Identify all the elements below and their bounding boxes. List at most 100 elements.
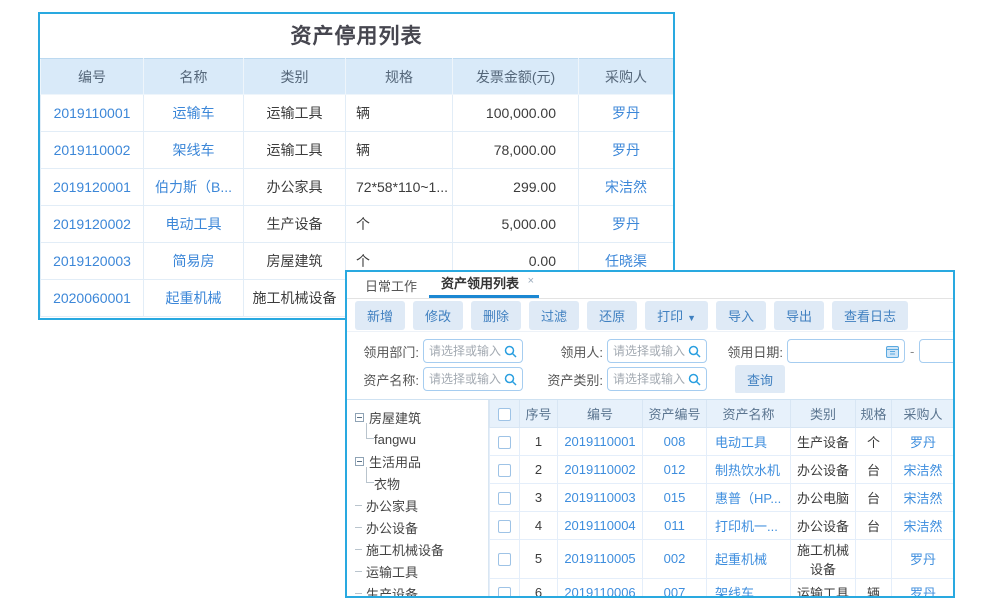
collapse-icon[interactable] (355, 457, 364, 466)
row-checkbox[interactable] (498, 587, 511, 596)
tree-node[interactable]: fangwu (355, 428, 486, 450)
tree-node[interactable]: 运输工具 (355, 560, 486, 582)
cell-number-link[interactable]: 2019110004 (558, 511, 643, 539)
cell-name-link[interactable]: 架线车 (144, 132, 244, 169)
cell-buyer-link[interactable]: 罗丹 (892, 578, 954, 596)
asset-name-input[interactable] (429, 372, 504, 386)
cell-number-link[interactable]: 2019120002 (41, 206, 144, 243)
cell-name-link[interactable]: 运输车 (144, 95, 244, 132)
col-header-category: 类别 (244, 59, 346, 95)
cell-buyer-link[interactable]: 宋洁然 (892, 483, 954, 511)
cell-name-link[interactable]: 起重机械 (144, 280, 244, 317)
add-button[interactable]: 新增 (355, 301, 405, 330)
print-dropdown-button[interactable]: 打印▼ (645, 301, 708, 330)
cell-asset-name-link[interactable]: 惠普（HP... (707, 483, 791, 511)
cell-asset-name-link[interactable]: 打印机一... (707, 511, 791, 539)
tab-asset-requisition-list[interactable]: 资产领用列表 × (429, 272, 539, 298)
select-all-cell (490, 400, 520, 427)
calendar-icon[interactable] (886, 345, 899, 358)
date-from-input[interactable] (793, 344, 886, 358)
cell-asset-number-link[interactable]: 012 (643, 455, 707, 483)
table-row[interactable]: 2019120001 伯力斯（B... 办公家具 72*58*110~1... … (41, 169, 674, 206)
filter-button[interactable]: 过滤 (529, 301, 579, 330)
cell-number-link[interactable]: 2019110006 (558, 578, 643, 596)
cell-asset-number-link[interactable]: 011 (643, 511, 707, 539)
cell-buyer-link[interactable]: 罗丹 (579, 206, 674, 243)
cell-buyer-link[interactable]: 罗丹 (892, 539, 954, 578)
tree-node[interactable]: 生活用品 (355, 450, 486, 472)
tree-node-label: 办公设备 (366, 518, 418, 537)
cell-asset-number-link[interactable]: 007 (643, 578, 707, 596)
cell-number-link[interactable]: 2019120001 (41, 169, 144, 206)
cell-name-link[interactable]: 简易房 (144, 243, 244, 280)
user-input-wrap (607, 339, 707, 363)
table-row[interactable]: 6 2019110006 007 架线车 运输工具 辆 罗丹 (490, 578, 954, 596)
table-row[interactable]: 4 2019110004 011 打印机一... 办公设备 台 宋洁然 (490, 511, 954, 539)
search-icon[interactable] (688, 373, 701, 386)
tree-node[interactable]: 施工机械设备 (355, 538, 486, 560)
select-all-checkbox[interactable] (498, 408, 511, 421)
delete-button[interactable]: 删除 (471, 301, 521, 330)
table-row[interactable]: 2019110002 架线车 运输工具 辆 78,000.00 罗丹 (41, 132, 674, 169)
cell-buyer-link[interactable]: 罗丹 (579, 95, 674, 132)
search-icon[interactable] (504, 345, 517, 358)
user-label: 领用人: (547, 342, 603, 361)
cell-asset-number-link[interactable]: 008 (643, 427, 707, 455)
tree-node[interactable]: 衣物 (355, 472, 486, 494)
table-row[interactable]: 2019120002 电动工具 生产设备 个 5,000.00 罗丹 (41, 206, 674, 243)
cell-buyer-link[interactable]: 宋洁然 (579, 169, 674, 206)
cell-number-link[interactable]: 2019120003 (41, 243, 144, 280)
cell-buyer-link[interactable]: 罗丹 (892, 427, 954, 455)
cell-seq: 2 (520, 455, 558, 483)
cell-asset-name-link[interactable]: 架线车 (707, 578, 791, 596)
cell-buyer-link[interactable]: 宋洁然 (892, 511, 954, 539)
row-checkbox[interactable] (498, 464, 511, 477)
cell-asset-number-link[interactable]: 002 (643, 539, 707, 578)
tree-node[interactable]: 房屋建筑 (355, 406, 486, 428)
cell-asset-number-link[interactable]: 015 (643, 483, 707, 511)
cell-buyer-link[interactable]: 罗丹 (579, 132, 674, 169)
user-input[interactable] (613, 344, 688, 358)
collapse-icon[interactable] (355, 413, 364, 422)
row-checkbox[interactable] (498, 520, 511, 533)
cell-number-link[interactable]: 2019110003 (558, 483, 643, 511)
tree-node[interactable]: 办公设备 (355, 516, 486, 538)
table-row[interactable]: 1 2019110001 008 电动工具 生产设备 个 罗丹 (490, 427, 954, 455)
cell-number-link[interactable]: 2019110002 (41, 132, 144, 169)
cell-asset-name-link[interactable]: 起重机械 (707, 539, 791, 578)
table-row[interactable]: 5 2019110005 002 起重机械 施工机械设备 罗丹 (490, 539, 954, 578)
dept-input[interactable] (429, 344, 504, 358)
cell-name-link[interactable]: 电动工具 (144, 206, 244, 243)
row-checkbox[interactable] (498, 436, 511, 449)
table-row[interactable]: 3 2019110003 015 惠普（HP... 办公电脑 台 宋洁然 (490, 483, 954, 511)
table-row[interactable]: 2 2019110002 012 制热饮水机 办公设备 台 宋洁然 (490, 455, 954, 483)
import-button[interactable]: 导入 (716, 301, 766, 330)
cell-number-link[interactable]: 2019110001 (41, 95, 144, 132)
view-log-button[interactable]: 查看日志 (832, 301, 908, 330)
cell-number-link[interactable]: 2019110005 (558, 539, 643, 578)
date-to-input[interactable] (925, 344, 953, 358)
search-icon[interactable] (504, 373, 517, 386)
cell-asset-name-link[interactable]: 制热饮水机 (707, 455, 791, 483)
table-row[interactable]: 2019110001 运输车 运输工具 辆 100,000.00 罗丹 (41, 95, 674, 132)
cell-number-link[interactable]: 2019110001 (558, 427, 643, 455)
query-button[interactable]: 查询 (735, 365, 785, 393)
search-icon[interactable] (688, 345, 701, 358)
col-header-invoice-amount: 发票金额(元) (453, 59, 579, 95)
cell-seq: 4 (520, 511, 558, 539)
tree-node[interactable]: 生产设备 (355, 582, 486, 596)
close-icon[interactable]: × (528, 270, 534, 293)
edit-button[interactable]: 修改 (413, 301, 463, 330)
cell-asset-name-link[interactable]: 电动工具 (707, 427, 791, 455)
cell-buyer-link[interactable]: 宋洁然 (892, 455, 954, 483)
cell-number-link[interactable]: 2020060001 (41, 280, 144, 317)
cell-number-link[interactable]: 2019110002 (558, 455, 643, 483)
export-button[interactable]: 导出 (774, 301, 824, 330)
restore-button[interactable]: 还原 (587, 301, 637, 330)
asset-category-input[interactable] (613, 372, 688, 386)
row-checkbox[interactable] (498, 492, 511, 505)
row-checkbox[interactable] (498, 553, 511, 566)
tree-node[interactable]: 办公家具 (355, 494, 486, 516)
cell-name-link[interactable]: 伯力斯（B... (144, 169, 244, 206)
tab-daily-work[interactable]: 日常工作 (353, 275, 429, 298)
